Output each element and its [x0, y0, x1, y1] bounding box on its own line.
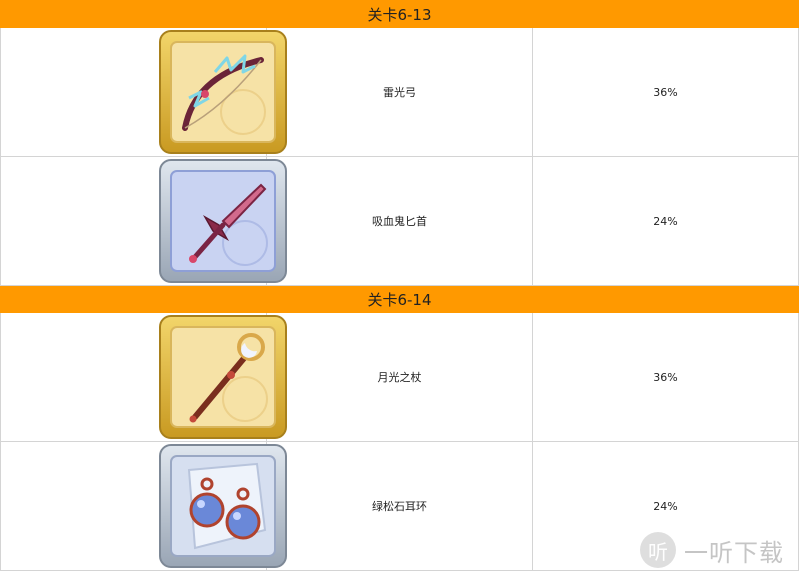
item-name: 月光之杖 [266, 312, 533, 442]
table-row: 吸血鬼匕首 24% [0, 156, 799, 286]
item-name: 绿松石耳环 [266, 441, 533, 571]
turquoise-earrings-icon [159, 444, 287, 568]
watermark: 听 一听下载 [640, 529, 799, 571]
vampire-dagger-icon [159, 159, 287, 283]
drop-table: 关卡6-13 雷光弓 36% 吸血鬼匕首 24% 关卡6-14 月光之杖 36%… [0, 0, 799, 571]
item-icon-cell [0, 156, 287, 286]
thunder-bow-icon [159, 30, 287, 154]
item-name: 吸血鬼匕首 [266, 156, 533, 286]
drop-rate: 36% [532, 27, 799, 157]
item-icon-cell [0, 27, 287, 157]
item-icon-cell [0, 441, 287, 571]
watermark-logo-icon: 听 [640, 532, 676, 568]
item-icon-cell [0, 312, 287, 442]
watermark-text: 一听下载 [684, 538, 784, 567]
stage-title: 关卡6-13 [0, 0, 799, 28]
stage-header: 关卡6-14 [0, 285, 799, 313]
item-name: 雷光弓 [266, 27, 533, 157]
drop-rate: 24% [532, 156, 799, 286]
table-row: 月光之杖 36% [0, 312, 799, 442]
drop-rate: 36% [532, 312, 799, 442]
table-row: 雷光弓 36% [0, 27, 799, 157]
moonlight-staff-icon [159, 315, 287, 439]
stage-title: 关卡6-14 [0, 285, 799, 313]
stage-header: 关卡6-13 [0, 0, 799, 28]
